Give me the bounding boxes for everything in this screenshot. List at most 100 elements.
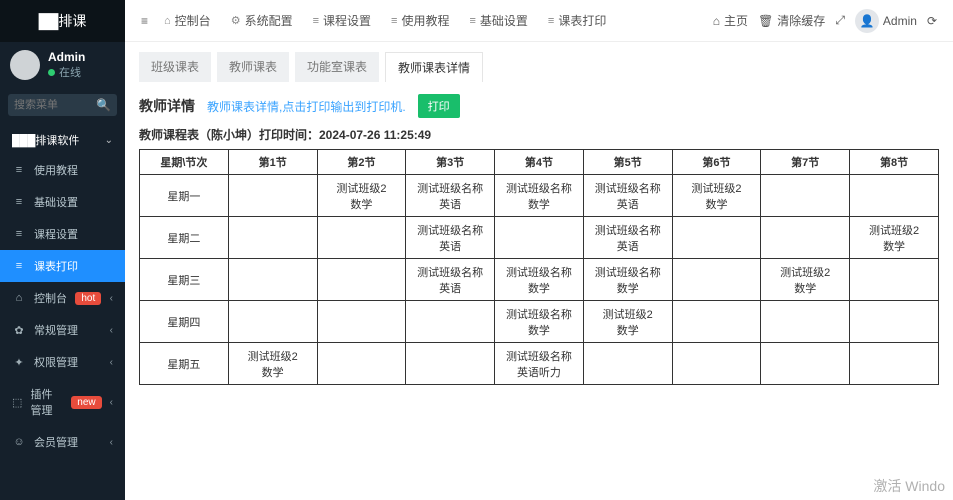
schedule-cell — [850, 259, 939, 301]
topbar-user[interactable]: 👤Admin — [855, 9, 917, 33]
search-box[interactable]: 🔍 — [8, 94, 117, 116]
brand-title: ██排课 — [0, 0, 125, 42]
cell-subject: 英语 — [586, 238, 670, 254]
topnav-item-4[interactable]: ≡基础设置 — [461, 6, 535, 35]
schedule-cell — [228, 259, 317, 301]
day-cell: 星期四 — [140, 301, 229, 343]
table-caption: 教师课程表（陈小坤）打印时间：2024-07-26 11:25:49 — [139, 126, 939, 143]
fullscreen-icon[interactable]: ⤢ — [835, 13, 845, 28]
period-header: 第8节 — [850, 150, 939, 175]
cell-class: 测试班级名称 — [586, 180, 670, 196]
period-header: 第1节 — [228, 150, 317, 175]
schedule-cell: 测试班级2数学 — [228, 343, 317, 385]
sidebar-item-1[interactable]: ≡基础设置 — [0, 186, 125, 218]
schedule-cell: 测试班级2数学 — [583, 301, 672, 343]
schedule-cell — [583, 343, 672, 385]
nav-label: 常规管理 — [34, 322, 78, 338]
tab-2[interactable]: 功能室课表 — [295, 52, 379, 82]
nav-label: 插件管理 — [30, 386, 63, 418]
sidebar-item-4[interactable]: ⌂控制台hot‹ — [0, 282, 125, 314]
cell-class: 测试班级名称 — [497, 306, 581, 322]
nav-badge: hot — [75, 292, 101, 305]
schedule-row: 星期五测试班级2数学测试班级名称英语听力 — [140, 343, 939, 385]
schedule-cell: 测试班级名称英语 — [406, 217, 495, 259]
menu-toggle-icon[interactable]: ≡ — [133, 14, 156, 28]
corner-cell: 星期\节次 — [140, 150, 229, 175]
chevron-left-icon: ‹ — [110, 293, 113, 304]
schedule-cell — [761, 343, 850, 385]
schedule-cell — [761, 217, 850, 259]
period-header: 第4节 — [495, 150, 584, 175]
cell-class: 测试班级名称 — [408, 222, 492, 238]
home-link[interactable]: ⌂ 主页 — [713, 12, 748, 29]
schedule-cell — [317, 259, 406, 301]
schedule-cell — [228, 217, 317, 259]
schedule-cell: 测试班级名称数学 — [495, 259, 584, 301]
schedule-cell: 测试班级名称英语 — [583, 217, 672, 259]
topnav-icon: ≡ — [469, 15, 475, 27]
refresh-icon[interactable]: ⟳ — [927, 14, 937, 28]
user-status: 在线 — [48, 64, 85, 80]
schedule-cell — [406, 301, 495, 343]
schedule-cell — [672, 301, 761, 343]
schedule-cell: 测试班级2数学 — [761, 259, 850, 301]
cell-subject: 英语听力 — [497, 364, 581, 380]
clear-cache-link[interactable]: 🗑 清除缓存 — [758, 12, 825, 29]
cell-class: 测试班级名称 — [586, 264, 670, 280]
chevron-left-icon: ‹ — [110, 397, 113, 408]
chevron-left-icon: ‹ — [110, 357, 113, 368]
topnav-item-2[interactable]: ≡课程设置 — [305, 6, 379, 35]
sidebar-item-7[interactable]: ⬚插件管理new‹ — [0, 378, 125, 426]
sidebar: ██排课 Admin 在线 🔍 ███排课软件 ⌄ ≡使用教程≡基础设置≡课程设… — [0, 0, 125, 500]
cell-subject: 英语 — [408, 280, 492, 296]
schedule-row: 星期四测试班级名称数学测试班级2数学 — [140, 301, 939, 343]
sidebar-item-3[interactable]: ≡课表打印 — [0, 250, 125, 282]
nav-section-header[interactable]: ███排课软件 ⌄ — [0, 122, 125, 154]
user-avatar[interactable] — [10, 50, 40, 80]
nav-icon: ⌂ — [12, 292, 26, 304]
topnav-label: 系统配置 — [245, 12, 293, 29]
schedule-cell — [761, 301, 850, 343]
schedule-cell — [850, 301, 939, 343]
period-header: 第3节 — [406, 150, 495, 175]
topnav-label: 控制台 — [175, 12, 211, 29]
sidebar-item-5[interactable]: ✿ 常规管理 ‹ — [0, 314, 125, 346]
topnav-item-5[interactable]: ≡课表打印 — [540, 6, 614, 35]
topnav-item-0[interactable]: ⌂控制台 — [156, 6, 219, 35]
nav-label: 会员管理 — [34, 434, 78, 450]
topnav-icon: ≡ — [391, 15, 397, 27]
schedule-cell: 测试班级名称数学 — [583, 259, 672, 301]
tab-0[interactable]: 班级课表 — [139, 52, 211, 82]
topnav-label: 课表打印 — [558, 12, 606, 29]
search-input[interactable] — [14, 99, 96, 111]
nav-icon: ≡ — [12, 196, 26, 208]
print-button[interactable]: 打印 — [418, 94, 460, 118]
topnav-icon: ≡ — [313, 15, 319, 27]
nav-icon: ✿ — [12, 324, 26, 337]
day-cell: 星期五 — [140, 343, 229, 385]
sidebar-item-2[interactable]: ≡课程设置 — [0, 218, 125, 250]
sidebar-item-6[interactable]: ✦权限管理‹ — [0, 346, 125, 378]
cell-class: 测试班级名称 — [408, 264, 492, 280]
schedule-cell — [761, 175, 850, 217]
schedule-cell: 测试班级名称英语 — [406, 259, 495, 301]
tab-strip: 班级课表教师课表功能室课表教师课表详情 — [139, 52, 939, 82]
sidebar-item-8[interactable]: ☺会员管理‹ — [0, 426, 125, 458]
nav-badge: new — [71, 396, 101, 409]
topnav-item-3[interactable]: ≡使用教程 — [383, 6, 457, 35]
schedule-cell — [317, 217, 406, 259]
content: 班级课表教师课表功能室课表教师课表详情 教师详情 教师课表详情,点击打印输出到打… — [125, 42, 953, 500]
topnav-item-1[interactable]: ⚙系统配置 — [223, 6, 301, 35]
tab-3[interactable]: 教师课表详情 — [385, 52, 483, 82]
nav-label: 课表打印 — [34, 258, 78, 274]
chevron-left-icon: ‹ — [110, 325, 113, 336]
sidebar-item-0[interactable]: ≡使用教程 — [0, 154, 125, 186]
main: ≡ ⌂控制台⚙系统配置≡课程设置≡使用教程≡基础设置≡课表打印 ⌂ 主页 🗑 清… — [125, 0, 953, 500]
day-cell: 星期一 — [140, 175, 229, 217]
period-header: 第7节 — [761, 150, 850, 175]
schedule-cell — [850, 175, 939, 217]
nav-icon: ☺ — [12, 436, 26, 448]
schedule-cell — [850, 343, 939, 385]
cell-class: 测试班级2 — [852, 222, 936, 238]
tab-1[interactable]: 教师课表 — [217, 52, 289, 82]
